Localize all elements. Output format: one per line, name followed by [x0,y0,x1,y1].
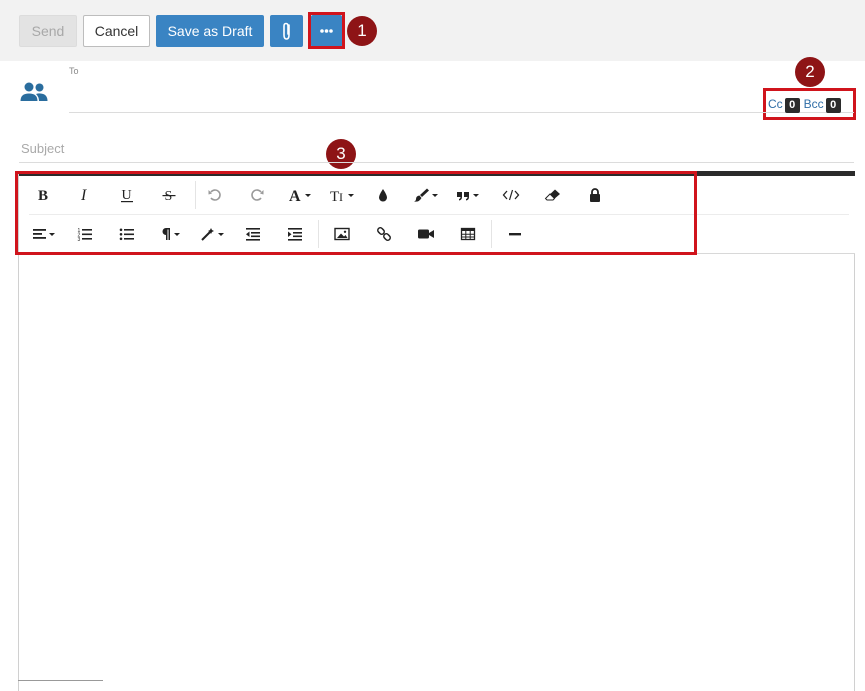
callout-1: 1 [347,16,377,46]
bottom-divider [18,680,103,681]
attach-button[interactable] [270,15,303,47]
callout-2: 2 [795,57,825,87]
cc-bcc-toggles: Cc 0 Bcc 0 [768,96,845,113]
bcc-link[interactable]: Bcc [804,96,824,112]
send-button[interactable]: Send [19,15,77,47]
save-as-draft-button[interactable]: Save as Draft [156,15,264,47]
more-options-highlight [308,12,345,49]
to-label: To [69,66,79,76]
compose-action-bar: Send Cancel Save as Draft [0,0,865,61]
callout-3: 3 [326,139,356,169]
subject-underline [19,162,854,163]
subject-input[interactable]: Subject [21,141,64,156]
bcc-count-badge: 0 [825,98,841,113]
paperclip-icon [283,22,290,40]
cc-count-badge: 0 [784,98,800,113]
cc-link[interactable]: Cc [768,96,783,112]
to-field[interactable] [69,112,854,113]
cancel-button[interactable]: Cancel [83,15,150,47]
contacts-icon[interactable] [19,80,49,104]
formatting-toolbar-highlight [15,171,697,255]
